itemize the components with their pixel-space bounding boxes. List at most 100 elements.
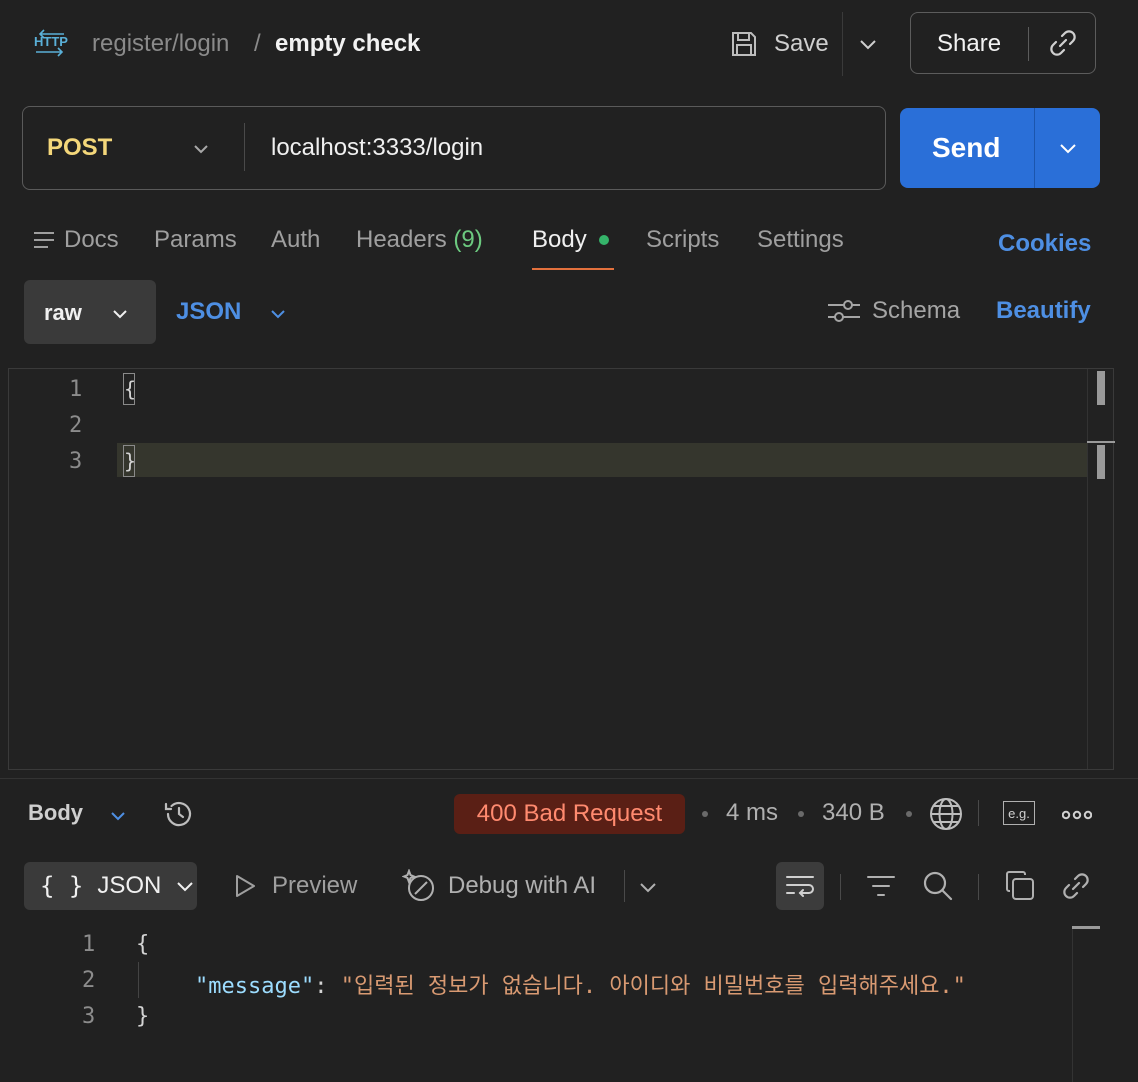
save-label: Save [774, 30, 829, 57]
divider [978, 874, 979, 900]
url-input[interactable] [271, 129, 861, 167]
tab-body-label: Body [532, 226, 587, 253]
request-body-editor[interactable]: 1 2 3 { } [8, 368, 1115, 770]
tab-params[interactable]: Params [154, 226, 237, 254]
body-language-select[interactable]: JSON [176, 298, 241, 326]
chevron-down-icon[interactable] [108, 806, 128, 826]
headers-count: (9) [453, 226, 483, 253]
ai-sparkle-icon [402, 869, 436, 903]
tab-headers[interactable]: Headers (9) [356, 226, 483, 254]
current-line-highlight [117, 443, 1087, 477]
separator-dot [798, 811, 804, 817]
indent-guide [138, 962, 139, 998]
response-format-label: JSON [97, 872, 162, 899]
line-number: 1 [69, 377, 83, 402]
tab-docs-label: Docs [64, 226, 119, 253]
line-number: 1 [82, 932, 96, 957]
send-label: Send [932, 132, 1001, 163]
sliders-icon [828, 298, 860, 324]
response-scrollbar[interactable] [1072, 926, 1073, 1082]
svg-text:HTTP: HTTP [34, 34, 68, 49]
share-button[interactable]: Share [910, 12, 1096, 74]
chevron-down-icon [175, 876, 195, 896]
status-badge[interactable]: 400 Bad Request [454, 794, 685, 834]
divider [624, 870, 625, 902]
editor-scrollbar[interactable] [1087, 369, 1088, 769]
send-options-chevron-down-icon[interactable] [1056, 136, 1080, 160]
json-key: "message" [195, 974, 315, 999]
breadcrumb-parent[interactable]: register/login [92, 30, 229, 58]
cookies-link[interactable]: Cookies [998, 230, 1091, 258]
scrollbar-thumb[interactable] [1097, 371, 1105, 405]
schema-label: Schema [872, 297, 961, 324]
chevron-down-icon [110, 304, 130, 324]
divider [1034, 108, 1035, 188]
braces-icon: { } [40, 872, 84, 900]
response-format-select[interactable]: { } JSON [24, 862, 197, 910]
save-options-chevron-down-icon[interactable] [856, 32, 880, 56]
wrap-lines-icon [785, 873, 815, 899]
chevron-down-icon[interactable] [189, 137, 213, 161]
tab-body[interactable]: Body [532, 226, 609, 254]
send-button[interactable]: Send [900, 108, 1100, 188]
json-close-brace: } [136, 1004, 150, 1029]
json-open-brace: { [136, 932, 150, 957]
scrollbar-marker [1097, 445, 1105, 479]
search-icon[interactable] [922, 870, 954, 902]
body-mode-select[interactable]: raw [24, 280, 156, 344]
copy-icon[interactable] [1004, 870, 1036, 902]
beautify-button[interactable]: Beautify [996, 297, 1091, 325]
tab-auth[interactable]: Auth [271, 226, 320, 254]
schema-button[interactable]: Schema [828, 297, 960, 325]
history-icon[interactable] [162, 797, 196, 831]
editor-line[interactable]: { [123, 373, 135, 405]
divider [842, 12, 843, 76]
json-colon: : [314, 974, 341, 999]
response-section-select[interactable]: Body [28, 800, 83, 826]
tab-headers-label: Headers [356, 226, 447, 253]
active-tab-underline [532, 268, 614, 270]
save-button[interactable]: Save [728, 24, 829, 64]
body-mode-label: raw [44, 300, 82, 325]
divider [1028, 27, 1029, 61]
more-options-icon[interactable] [1062, 810, 1092, 820]
response-time[interactable]: 4 ms [726, 799, 778, 827]
debug-with-ai-button[interactable]: Debug with AI [402, 869, 596, 903]
preview-label: Preview [272, 872, 358, 899]
scrollbar-marker [1072, 926, 1100, 929]
scrollbar-marker [1087, 441, 1115, 443]
globe-icon[interactable] [929, 797, 963, 831]
json-line: "message": "입력된 정보가 없습니다. 아이디와 비밀번호를 입력해… [195, 968, 966, 1000]
json-string-value: "입력된 정보가 없습니다. 아이디와 비밀번호를 입력해주세요." [340, 974, 966, 999]
wrap-lines-button[interactable] [776, 862, 824, 910]
method-select[interactable]: POST [47, 134, 112, 162]
body-modified-dot [598, 235, 609, 245]
http-icon: HTTP [32, 28, 68, 60]
separator-dot [906, 811, 912, 817]
filter-icon[interactable] [866, 872, 896, 900]
tab-scripts[interactable]: Scripts [646, 226, 719, 254]
line-number: 3 [69, 449, 83, 474]
url-bar: POST [22, 106, 886, 190]
line-number: 2 [82, 968, 96, 993]
editor-line[interactable]: } [123, 445, 135, 477]
divider [978, 800, 979, 826]
share-label: Share [937, 30, 1002, 57]
save-as-example-icon[interactable]: e.g. [1003, 801, 1035, 825]
copy-link-icon[interactable] [1047, 27, 1079, 59]
tab-settings[interactable]: Settings [757, 226, 844, 254]
response-size[interactable]: 340 B [822, 799, 885, 827]
line-number: 2 [69, 413, 83, 438]
docs-lines-icon [34, 230, 54, 250]
chevron-down-icon[interactable] [268, 304, 288, 324]
preview-button[interactable]: Preview [232, 872, 357, 900]
tab-docs[interactable]: Docs [34, 226, 119, 254]
request-name[interactable]: empty check [275, 30, 420, 58]
pane-separator[interactable] [0, 778, 1138, 779]
debug-label: Debug with AI [448, 872, 597, 899]
play-icon [232, 873, 258, 899]
chevron-down-icon[interactable] [638, 877, 658, 897]
floppy-disk-icon [728, 28, 760, 60]
link-icon[interactable] [1060, 870, 1092, 902]
line-number: 3 [82, 1004, 96, 1029]
